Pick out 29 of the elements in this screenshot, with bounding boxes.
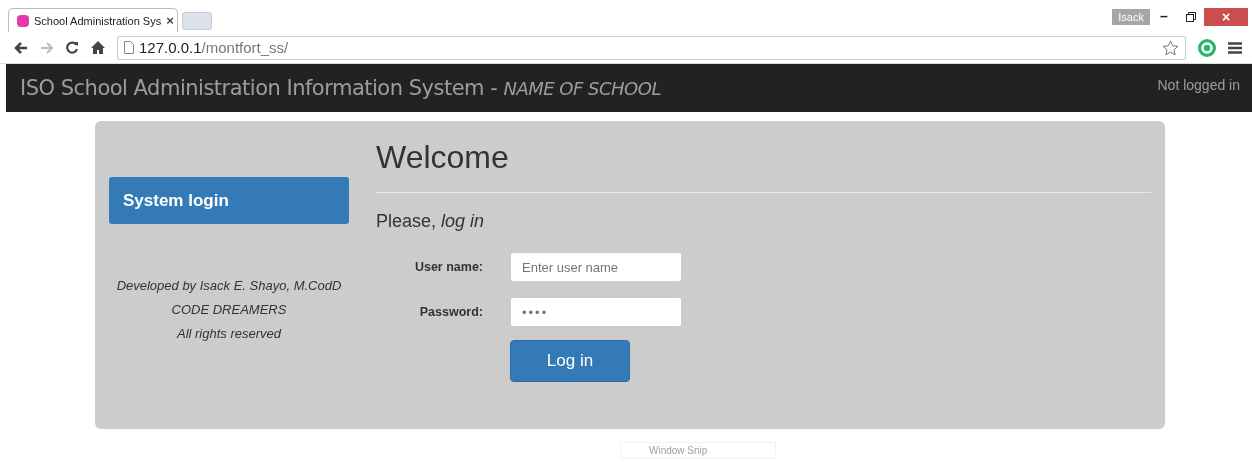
close-tab-button[interactable]: × (166, 13, 174, 28)
credit-line: Developed by Isack E. Shayo, M.CodD (115, 277, 343, 295)
menu-icon[interactable] (1228, 41, 1242, 54)
field-label: Password: (418, 305, 483, 319)
sidebar-heading: System login (109, 177, 349, 224)
password-field[interactable]: •••• (510, 297, 682, 327)
site-icon (17, 14, 29, 27)
extension-icon[interactable] (1198, 38, 1216, 57)
field-label: User name: (413, 260, 483, 274)
address-bar[interactable]: 127.0.0.1/montfort_ss/ (117, 35, 1186, 60)
login-button[interactable]: Log in (510, 340, 630, 382)
home-icon[interactable] (91, 41, 105, 54)
username-field[interactable]: Enter user name (510, 252, 682, 282)
browser-tab[interactable]: School Administration Sys × (8, 8, 178, 32)
tab-title: School Administration Sys (34, 14, 162, 27)
restore-icon[interactable] (1186, 12, 1196, 22)
credit-line: All rights reserved (175, 325, 283, 343)
back-icon[interactable] (14, 41, 28, 54)
close-window-button[interactable]: × (1204, 8, 1248, 26)
app-title[interactable]: ISO School Administration Information System - NAME OF SCHOOL (20, 76, 661, 100)
bookmark-star-icon[interactable] (1162, 39, 1179, 56)
credit-line: CODE DREAMERS (170, 301, 288, 319)
page-icon (124, 41, 134, 54)
minimize-button[interactable]: – (1150, 8, 1178, 24)
login-status: Not logged in (1157, 77, 1240, 93)
window-snip-label: Window Snip (620, 442, 776, 459)
reload-icon[interactable] (66, 41, 79, 54)
login-prompt: Please, log in (376, 211, 486, 232)
page-title: Welcome (376, 139, 510, 176)
